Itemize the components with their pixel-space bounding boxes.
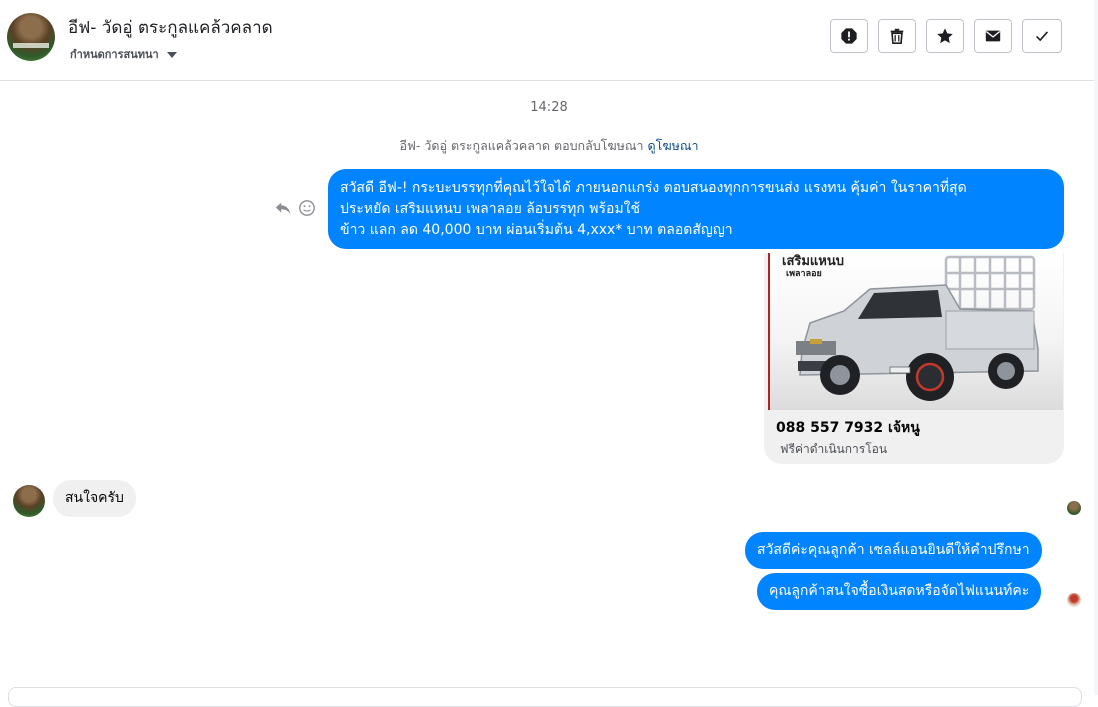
star-icon [937, 28, 953, 44]
ad-reply-notice-text: อีฟ- วัดอู่ ตระกูลแคล้วคลาด ตอบกลับโฆษณา [399, 138, 644, 153]
ad-description: ฟรีค่าดำเนินการโอน [780, 442, 888, 456]
conversation-header: อีฟ- วัดอู่ ตระกูลแคล้วคลาด กำหนดการสนทน… [0, 0, 1098, 81]
ad-card[interactable]: เสริมแหนบ เพลาลอย 088 557 7932 เจ้หนู ฟร… [764, 253, 1064, 464]
contact-avatar[interactable] [7, 13, 55, 61]
incoming-message-bubble[interactable]: สนใจครับ [53, 480, 136, 517]
ad-message-line: ประหยัด เสริมแหนบ เพลาลอย ล้อบรรทุก พร้อ… [340, 201, 641, 217]
scrollbar[interactable] [1094, 0, 1098, 695]
trash-icon [890, 28, 904, 45]
conversation-settings-label: กำหนดการสนทนา [70, 48, 159, 61]
check-icon [1036, 31, 1049, 42]
view-ad-link[interactable]: ดูโฆษณา [648, 138, 699, 153]
sender-avatar [13, 485, 45, 517]
ad-message-line: สวัสดี อีฟ-! กระบะบรรทุกที่คุณไว้ใจได้ ภ… [340, 180, 967, 196]
message-timestamp: 14:28 [530, 100, 568, 115]
ad-message-line: ข้าว แลก ลด 40,000 บาท ผ่อนเริ่มต้น 4,xx… [340, 222, 733, 238]
outgoing-message-bubble[interactable]: สวัสดีค่ะคุณลูกค้า เซลล์แอนยินดีให้คำปรึ… [745, 532, 1042, 569]
outgoing-message-bubble[interactable]: คุณลูกค้าสนใจซื้อเงินสดหรือจัดไฟแนนท์คะ [757, 573, 1042, 610]
pickup-truck-illustration [796, 255, 1039, 401]
seen-receipt-avatar [1067, 501, 1081, 515]
envelope-icon [985, 30, 1001, 42]
message-composer[interactable] [8, 687, 1082, 707]
report-icon [841, 28, 857, 44]
report-button[interactable] [830, 19, 868, 53]
ad-message-bubble[interactable]: สวัสดี อีฟ-! กระบะบรรทุกที่คุณไว้ใจได้ ภ… [328, 169, 1064, 249]
star-button[interactable] [926, 19, 964, 53]
message-actions [274, 199, 316, 217]
seen-receipt-avatar [1067, 593, 1081, 607]
caret-down-icon [166, 52, 177, 58]
ad-truck-image[interactable]: เสริมแหนบ เพลาลอย [768, 253, 1063, 410]
reply-icon[interactable] [274, 199, 292, 217]
ad-contact-line: 088 557 7932 เจ้หนู [776, 420, 920, 436]
mark-unread-button[interactable] [974, 19, 1012, 53]
mark-done-button[interactable] [1022, 19, 1062, 53]
delete-button[interactable] [878, 19, 916, 53]
emoji-reaction-icon[interactable] [298, 199, 316, 217]
conversation-settings-dropdown[interactable]: กำหนดการสนทนา [70, 45, 177, 63]
ad-reply-notice: อีฟ- วัดอู่ ตระกูลแคล้วคลาด ตอบกลับโฆษณา… [0, 136, 1098, 156]
contact-name[interactable]: อีฟ- วัดอู่ ตระกูลแคล้วคลาด [68, 14, 273, 41]
